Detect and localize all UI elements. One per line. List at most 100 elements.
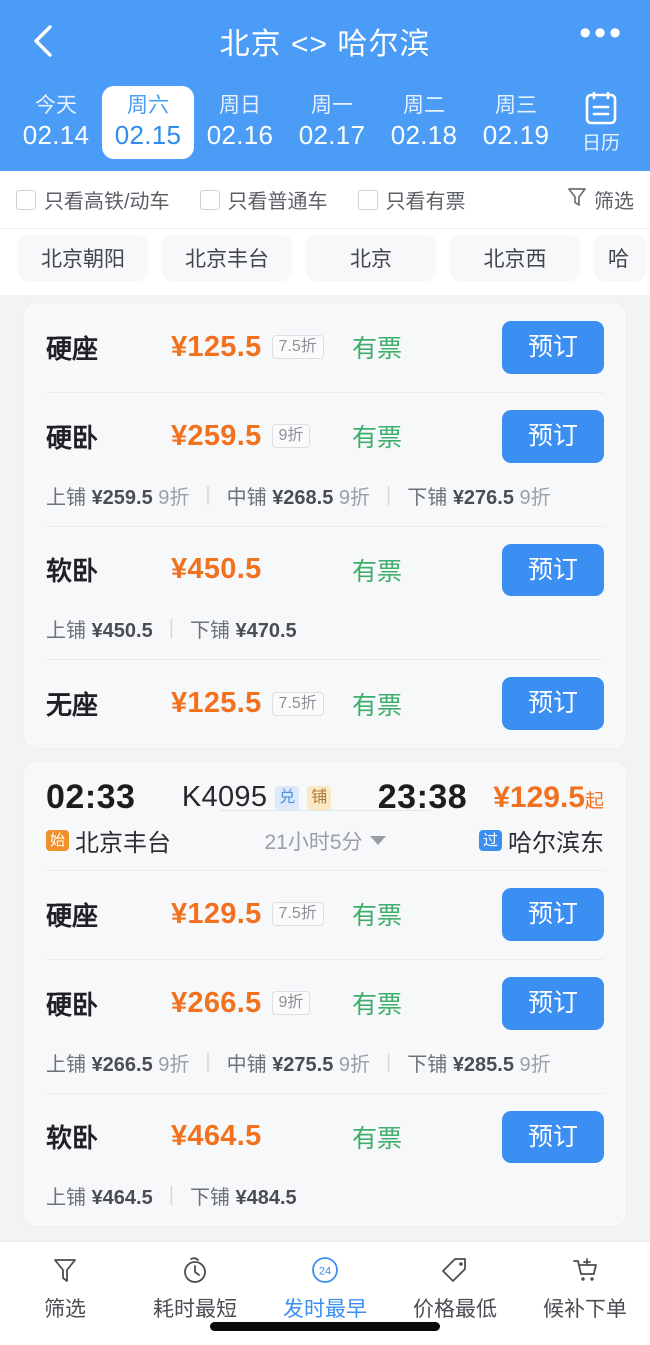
station-chip-1[interactable]: 北京丰台 [162,235,292,281]
checkbox-has-ticket[interactable]: 只看有票 [357,185,466,214]
seat-type-label: 硬座 [46,900,99,931]
date-selector: 今天 02.14 周六 02.15 周日 02.16 周一 02.17 周二 0… [0,82,650,171]
calendar-label: 日历 [581,133,620,154]
seat-price-group: ¥129.5 7.5折 [171,898,352,931]
berth-item: 中铺 ¥275.5 9折 [227,1048,370,1077]
date-number: 02.18 [390,120,458,150]
berth-detail-line: 上铺 ¥266.5 9折 | 中铺 ¥275.5 9折 | 下铺 ¥285.5 … [24,1048,626,1093]
bottom-item-shortest-duration[interactable]: 耗时最短 [130,1254,260,1323]
seat-type-label: 软卧 [46,1123,99,1154]
checkbox-high-speed[interactable]: 只看高铁/动车 [16,185,170,214]
berth-price: ¥266.5 [91,1053,153,1076]
date-item-1[interactable]: 周六 02.15 [102,86,194,159]
date-item-3[interactable]: 周一 02.17 [286,86,378,159]
berth-separator: | [386,483,392,506]
ticket-status: 有票 [351,424,402,453]
station-chip-0[interactable]: 北京朝阳 [18,235,148,281]
station-chips[interactable]: 北京朝阳 北京丰台 北京 北京西 哈 [0,229,650,295]
station-chip-4[interactable]: 哈 [594,235,646,281]
seat-price: ¥266.5 [171,986,262,1019]
back-icon[interactable] [26,24,60,58]
discount-badge: 7.5折 [271,902,324,927]
bottom-item-filter[interactable]: 筛选 [0,1254,130,1323]
lowest-price-value: ¥129.5 [493,780,585,814]
berth-separator: | [168,1184,174,1207]
filter-button[interactable]: 筛选 [567,185,634,214]
date-item-4[interactable]: 周二 02.18 [378,86,470,159]
checkbox-box[interactable] [16,189,36,210]
date-number: 02.15 [114,120,182,150]
book-button[interactable]: 预订 [501,677,604,730]
berth-discount: 9折 [158,486,190,509]
train-summary[interactable]: 02:33 K4095 兑 铺 23:38 ¥129.5起 始 北京丰台 21小… [24,762,626,870]
bottom-item-waitlist-order[interactable]: 候补下单 [520,1254,650,1323]
berth-discount: 9折 [338,486,371,509]
station-chip-2[interactable]: 北京 [306,235,436,281]
book-button[interactable]: 预订 [501,321,604,374]
berth-separator: | [168,617,174,640]
bottom-item-label: 发时最早 [283,1298,367,1321]
seat-price-group: ¥259.5 9折 [171,420,352,453]
bottom-item-label: 候补下单 [543,1298,627,1321]
berth-name: 中铺 [226,486,267,509]
filter-funnel-icon [52,1254,78,1286]
berth-price: ¥268.5 [272,486,334,509]
lowest-price: ¥129.5起 [467,781,604,815]
calendar-icon [584,90,618,131]
duration-toggle[interactable]: 21小时5分 [171,809,479,856]
seat-row-softsleeper[interactable]: 软卧 ¥450.5 有票 预订 [24,525,626,615]
station-chip-3[interactable]: 北京西 [450,235,580,281]
book-button[interactable]: 预订 [501,888,604,941]
seat-row-softsleeper[interactable]: 软卧 ¥464.5 有票 预订 [24,1092,626,1182]
filter-funnel-icon [567,186,587,213]
berth-item: 下铺 ¥285.5 9折 [407,1048,550,1077]
train-card-k4095[interactable]: 02:33 K4095 兑 铺 23:38 ¥129.5起 始 北京丰台 21小… [24,762,626,1227]
berth-price: ¥484.5 [235,1187,297,1210]
berth-discount: 9折 [338,1053,371,1076]
date-item-2[interactable]: 周日 02.16 [194,86,286,159]
date-number: 02.16 [206,120,274,150]
bottom-item-label: 筛选 [44,1298,86,1321]
date-item-5[interactable]: 周三 02.19 [470,86,562,159]
price-from-suffix: 起 [584,790,604,812]
train-list[interactable]: 硬座 ¥125.5 7.5折 有票 预订 硬卧 ¥259.5 9折 有票 预订 [0,295,650,1241]
berth-item: 下铺 ¥276.5 9折 [407,481,550,510]
book-button[interactable]: 预订 [501,543,604,597]
book-button[interactable]: 预订 [501,1110,604,1164]
berth-price: ¥464.5 [91,1187,153,1210]
seat-row-hardseat[interactable]: 硬座 ¥125.5 7.5折 有票 预订 [24,303,626,392]
checkbox-box[interactable] [199,189,220,210]
date-item-0[interactable]: 今天 02.14 [10,86,102,159]
berth-detail-line: 上铺 ¥259.5 9折 | 中铺 ¥268.5 9折 | 下铺 ¥276.5 … [24,481,626,526]
berth-name: 上铺 [46,620,86,643]
bottom-item-earliest-departure[interactable]: 24 发时最早 [260,1254,390,1323]
discount-badge: 7.5折 [271,335,324,360]
ticket-status: 有票 [351,991,402,1020]
more-horizontal-icon[interactable]: ••• [579,16,624,58]
berth-item: 上铺 ¥464.5 [46,1181,153,1210]
seat-row-noseat[interactable]: 无座 ¥125.5 7.5折 有票 预订 [24,659,626,748]
book-button[interactable]: 预订 [501,976,604,1030]
depart-time: 02:33 [46,778,136,816]
berth-price: ¥276.5 [452,486,514,509]
seat-price: ¥259.5 [171,419,262,452]
date-dow: 今天 [35,94,77,117]
train-card-partial[interactable]: 硬座 ¥125.5 7.5折 有票 预订 硬卧 ¥259.5 9折 有票 预订 [24,303,626,748]
seat-row-hardsleeper[interactable]: 硬卧 ¥259.5 9折 有票 预订 [24,391,626,481]
calendar-button[interactable]: 日历 [562,86,640,159]
berth-separator: | [386,1050,392,1073]
train-summary-bottom: 始 北京丰台 21小时5分 过 哈尔滨东 [46,809,604,858]
checkbox-box[interactable] [357,189,378,210]
bottom-item-lowest-price[interactable]: 价格最低 [390,1254,520,1323]
bottom-item-label: 耗时最短 [153,1298,237,1321]
checkbox-label: 只看高铁/动车 [44,191,170,213]
date-number: 02.17 [298,120,366,150]
seat-price-group: ¥266.5 9折 [171,987,352,1020]
berth-price: ¥285.5 [452,1053,514,1076]
seat-row-hardsleeper[interactable]: 硬卧 ¥266.5 9折 有票 预订 [24,958,626,1048]
seat-row-hardseat[interactable]: 硬座 ¥129.5 7.5折 有票 预订 [24,870,626,959]
checkbox-normal-train[interactable]: 只看普通车 [199,185,328,214]
berth-price: ¥275.5 [272,1053,334,1076]
book-button[interactable]: 预订 [501,409,604,463]
page-title: 北京 <> 哈尔滨 [219,28,431,61]
